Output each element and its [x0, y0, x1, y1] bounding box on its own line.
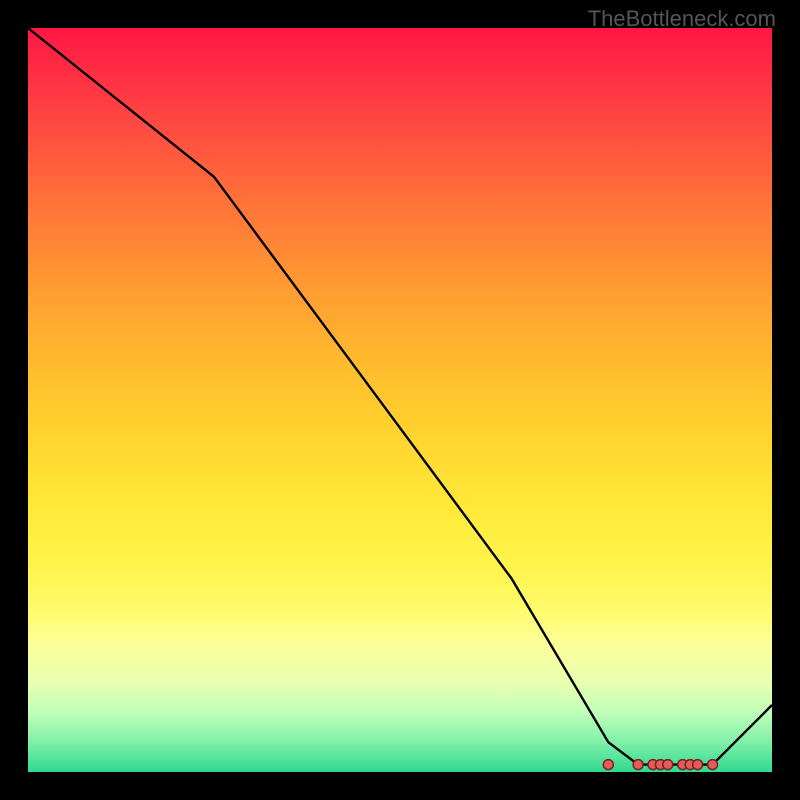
- chart-marker: [708, 760, 718, 770]
- chart-marker: [603, 760, 613, 770]
- chart-line-path: [28, 28, 772, 765]
- watermark-text: TheBottleneck.com: [588, 6, 776, 32]
- chart-marker: [693, 760, 703, 770]
- chart-marker: [663, 760, 673, 770]
- chart-marker: [633, 760, 643, 770]
- line-chart: [28, 28, 772, 772]
- chart-markers: [603, 760, 717, 770]
